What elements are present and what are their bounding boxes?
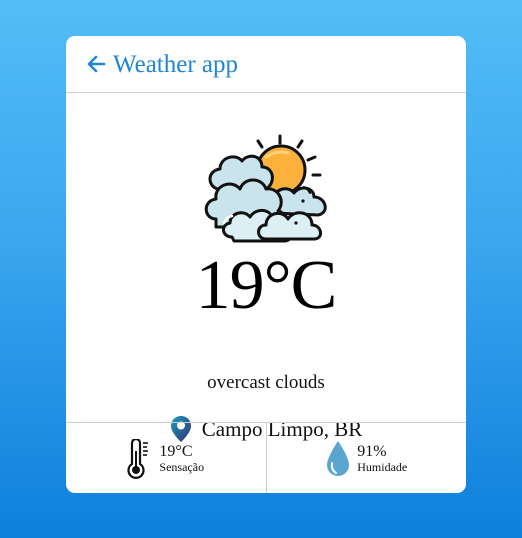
temperature-display: 19°C <box>195 247 338 324</box>
water-drop-icon <box>327 440 350 476</box>
back-button[interactable] <box>86 54 106 74</box>
weather-stats: 19°C Sensação 91% Humidade <box>66 422 466 493</box>
app-title: Weather app <box>113 50 238 78</box>
thermometer-icon <box>127 438 149 479</box>
arrow-left-icon <box>87 55 106 72</box>
feels-like-stat: 19°C Sensação <box>66 423 266 493</box>
humidity-stat: 91% Humidade <box>265 423 467 493</box>
humidity-value: 91% <box>357 442 387 460</box>
feels-like-label: Sensação <box>159 459 205 474</box>
feels-like-value: 19°C <box>159 442 193 460</box>
app-header: Weather app <box>66 36 466 93</box>
weather-card: Weather app 19°C overcast clouds Campo L… <box>66 36 466 493</box>
humidity-label: Humidade <box>357 459 408 474</box>
partly-cloudy-sun-icon <box>204 134 327 243</box>
weather-main: 19°C overcast clouds Campo Limpo, BR <box>66 93 466 442</box>
weather-description: overcast clouds <box>207 372 325 393</box>
